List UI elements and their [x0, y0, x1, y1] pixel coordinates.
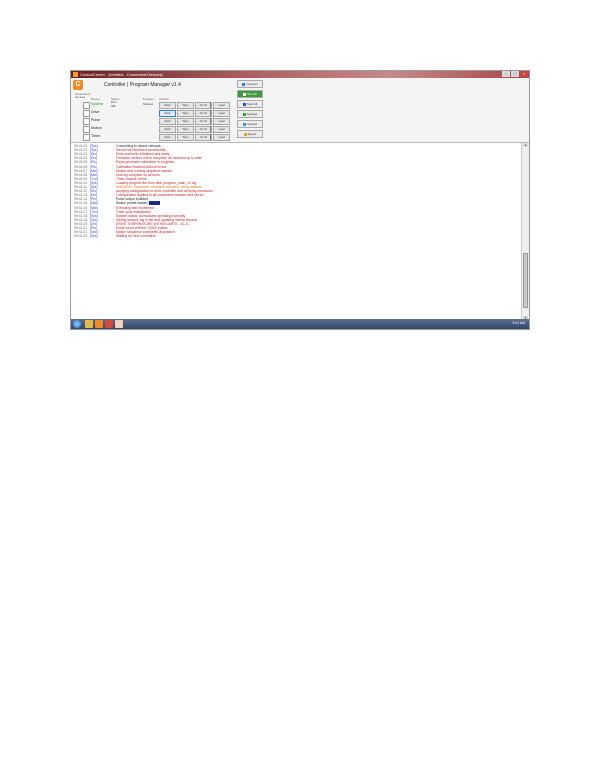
- window-title: ControlCenter - [Untitled - Connected De…: [80, 72, 163, 77]
- side-button-icon: [243, 92, 247, 96]
- side-button[interactable]: Export: [237, 130, 263, 138]
- side-button[interactable]: Upload: [237, 120, 263, 128]
- side-button-icon: [242, 112, 246, 116]
- divider: [210, 102, 211, 108]
- side-button[interactable]: Stop All: [237, 100, 263, 108]
- log-timestamp: 09:41:23: [74, 234, 88, 239]
- scroll-up-icon[interactable]: ▲: [523, 143, 528, 147]
- device-action-button[interactable]: Load: [213, 126, 230, 133]
- device-action-button[interactable]: Stop: [177, 134, 194, 141]
- device-action-button[interactable]: Load: [213, 110, 230, 117]
- device-panel: C Connected devices Controller | Program…: [71, 78, 529, 143]
- device-action-button[interactable]: Load: [213, 134, 230, 141]
- taskbar: 9:41 AM: [71, 319, 529, 329]
- device-action-button[interactable]: Stop: [177, 102, 194, 109]
- device-action-button[interactable]: Stop: [177, 118, 194, 125]
- device-row: Pulse Start Stop Go To Load: [71, 117, 529, 125]
- title-bar: ControlCenter - [Untitled - Connected De…: [71, 71, 529, 78]
- side-button[interactable]: Settings: [237, 110, 263, 118]
- application-window: ControlCenter - [Untitled - Connected De…: [70, 70, 530, 330]
- log-source: [Sys]: [90, 234, 98, 239]
- device-action-button[interactable]: Start: [159, 126, 176, 133]
- start-button[interactable]: [73, 320, 81, 328]
- minimize-button[interactable]: –: [502, 71, 510, 77]
- device-row: Drive Start Stop Go To Load: [71, 109, 529, 117]
- device-checkbox[interactable]: [83, 110, 90, 117]
- app-taskbar-icon[interactable]: [95, 320, 103, 328]
- page-title: Controller | Program Manager v1.4: [104, 82, 181, 88]
- app-icon: [73, 72, 78, 77]
- device-checkbox[interactable]: [83, 102, 90, 109]
- device-name: System: [91, 102, 103, 106]
- log-message-text: Waiting for next command...: [116, 234, 159, 239]
- divider: [210, 110, 211, 116]
- side-button-label: Settings: [246, 112, 258, 116]
- log-scrollbar[interactable]: ▲ ▼: [521, 143, 529, 320]
- window-controls: – □ ×: [502, 71, 528, 78]
- device-name: Drive: [91, 110, 100, 114]
- device-action-button[interactable]: Start: [159, 118, 176, 125]
- device-action-button[interactable]: Start: [159, 134, 176, 141]
- panel-subtitle-2: devices: [75, 95, 86, 99]
- side-button-label: Stop All: [246, 102, 258, 106]
- side-button[interactable]: Connect: [237, 80, 263, 88]
- device-status: Run Idle: [111, 100, 117, 108]
- scroll-thumb[interactable]: [523, 253, 528, 308]
- device-name: Motion: [91, 126, 102, 130]
- device-name: Pulse: [91, 118, 100, 122]
- close-button[interactable]: ×: [520, 71, 528, 77]
- side-button-label: Run All: [247, 92, 257, 96]
- device-program: Mode A: [143, 102, 154, 106]
- tray-clock: 9:41 AM: [512, 321, 525, 325]
- side-button-icon: [242, 102, 246, 106]
- side-button[interactable]: Run All: [237, 90, 263, 98]
- device-checkbox[interactable]: [83, 118, 90, 125]
- device-name: Timer: [91, 134, 101, 138]
- device-row: System Run Idle Mode A Start Stop Go To Load: [71, 100, 529, 109]
- side-button-label: Connect: [246, 82, 258, 86]
- app-logo-icon: C: [73, 80, 83, 90]
- device-row: Motion Start Stop Go To Load: [71, 125, 529, 133]
- divider: [210, 134, 211, 140]
- side-button-icon: [243, 122, 247, 126]
- side-button-label: Export: [247, 132, 257, 136]
- log-output: 09:41:02 [Sys] Connecting to device networ…: [71, 143, 519, 320]
- side-button-label: Upload: [247, 122, 257, 126]
- device-action-button[interactable]: Stop: [177, 110, 194, 117]
- device-action-button[interactable]: Start: [159, 102, 176, 109]
- device-action-button[interactable]: Stop: [177, 126, 194, 133]
- device-action-button[interactable]: Load: [213, 102, 230, 109]
- divider: [210, 126, 211, 132]
- maximize-button[interactable]: □: [511, 71, 519, 77]
- browser-icon[interactable]: [115, 320, 123, 328]
- device-checkbox[interactable]: [83, 126, 90, 133]
- side-button-icon: [242, 82, 246, 86]
- folder-icon[interactable]: [85, 320, 93, 328]
- log-message: Waiting for next command...: [116, 234, 158, 238]
- media-icon[interactable]: [105, 320, 113, 328]
- device-checkbox[interactable]: [83, 134, 90, 141]
- device-action-button[interactable]: Load: [213, 118, 230, 125]
- divider: [210, 118, 211, 124]
- device-action-button[interactable]: Start: [159, 110, 176, 117]
- side-button-icon: [243, 132, 247, 136]
- device-row: Timer Start Stop Go To Load: [71, 133, 529, 141]
